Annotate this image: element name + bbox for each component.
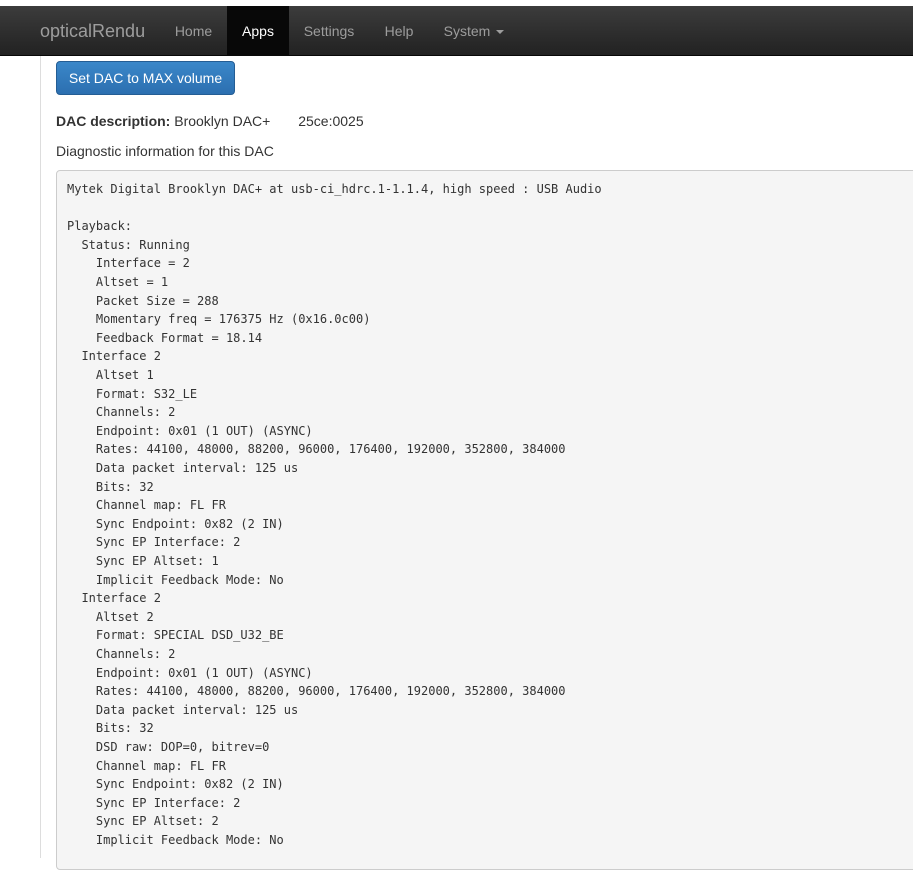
set-max-volume-button[interactable]: Set DAC to MAX volume [56, 61, 235, 95]
diagnostic-line: Implicit Feedback Mode: No [67, 572, 284, 587]
dac-description: DAC description: Brooklyn DAC+ 25ce:0025 [56, 112, 364, 130]
diagnostic-output: Mytek Digital Brooklyn DAC+ at usb-ci_hd… [56, 170, 913, 870]
nav-system-label: System [443, 23, 491, 39]
diagnostic-line: Channel map: FL FR [67, 758, 226, 773]
dac-description-value: Brooklyn DAC+ [174, 113, 271, 129]
diagnostic-line: Momentary freq = 176375 Hz (0x16.0c00) [67, 312, 371, 327]
diagnostic-line: Format: S32_LE [67, 386, 198, 401]
nav-home[interactable]: Home [160, 6, 227, 56]
diagnostic-line: Bits: 32 [67, 721, 154, 736]
diagnostic-line: Interface 2 [67, 591, 161, 606]
diagnostic-line: Channels: 2 [67, 405, 176, 420]
diagnostic-line: Sync EP Altset: 2 [67, 814, 219, 829]
diagnostic-line: Sync Endpoint: 0x82 (2 IN) [67, 777, 284, 792]
diagnostic-line: Packet Size = 288 [67, 293, 219, 308]
diagnostic-line: Bits: 32 [67, 479, 154, 494]
nav-help[interactable]: Help [369, 6, 429, 56]
diagnostic-line: Playback: [67, 219, 133, 234]
nav-system-dropdown[interactable]: System [429, 6, 519, 56]
diagnostic-line: Feedback Format = 18.14 [67, 330, 263, 345]
top-navbar: opticalRendu Home Apps Settings Help Sys… [0, 6, 913, 56]
diagnostic-line: Interface 2 [67, 349, 161, 364]
diagnostic-line: Sync Endpoint: 0x82 (2 IN) [67, 516, 284, 531]
diagnostic-line: Rates: 44100, 48000, 88200, 96000, 17640… [67, 684, 566, 699]
diagnostic-line: Channels: 2 [67, 647, 176, 661]
diagnostic-line: Sync EP Altset: 1 [67, 554, 219, 568]
diagnostic-line: Implicit Feedback Mode: No [67, 833, 284, 847]
diagnostic-line: Format: SPECIAL DSD_U32_BE [67, 628, 284, 643]
diagnostic-line: Data packet interval: 125 us [67, 702, 299, 717]
diagnostic-line: Mytek Digital Brooklyn DAC+ at usb-ci_hd… [67, 182, 602, 196]
diagnostic-line: Data packet interval: 125 us [67, 461, 299, 475]
diagnostic-line: Status: Running [67, 237, 190, 252]
diagnostic-line: Sync EP Interface: 2 [67, 795, 241, 810]
diagnostic-line: Endpoint: 0x01 (1 OUT) (ASYNC) [67, 665, 313, 680]
diagnostic-line: Endpoint: 0x01 (1 OUT) (ASYNC) [67, 423, 313, 438]
nav-apps[interactable]: Apps [227, 6, 289, 56]
content-left-border [40, 56, 41, 858]
nav-settings[interactable]: Settings [289, 6, 369, 56]
diagnostic-line: Rates: 44100, 48000, 88200, 96000, 17640… [67, 442, 566, 457]
diagnostic-line: Altset = 1 [67, 275, 169, 289]
diagnostic-line: Altset 1 [67, 368, 154, 382]
caret-down-icon [496, 30, 505, 35]
brand-logo[interactable]: opticalRendu [40, 20, 145, 42]
diagnostic-line: Channel map: FL FR [67, 498, 226, 513]
diagnostic-line: Interface = 2 [67, 256, 190, 271]
diagnostic-line: DSD raw: DOP=0, bitrev=0 [67, 740, 270, 754]
diagnostic-title: Diagnostic information for this DAC [56, 143, 274, 159]
dac-usb-id: 25ce:0025 [298, 113, 364, 129]
diagnostic-line: Altset 2 [67, 609, 154, 624]
diagnostic-line: Sync EP Interface: 2 [67, 535, 241, 550]
dac-description-label: DAC description: [56, 113, 171, 129]
